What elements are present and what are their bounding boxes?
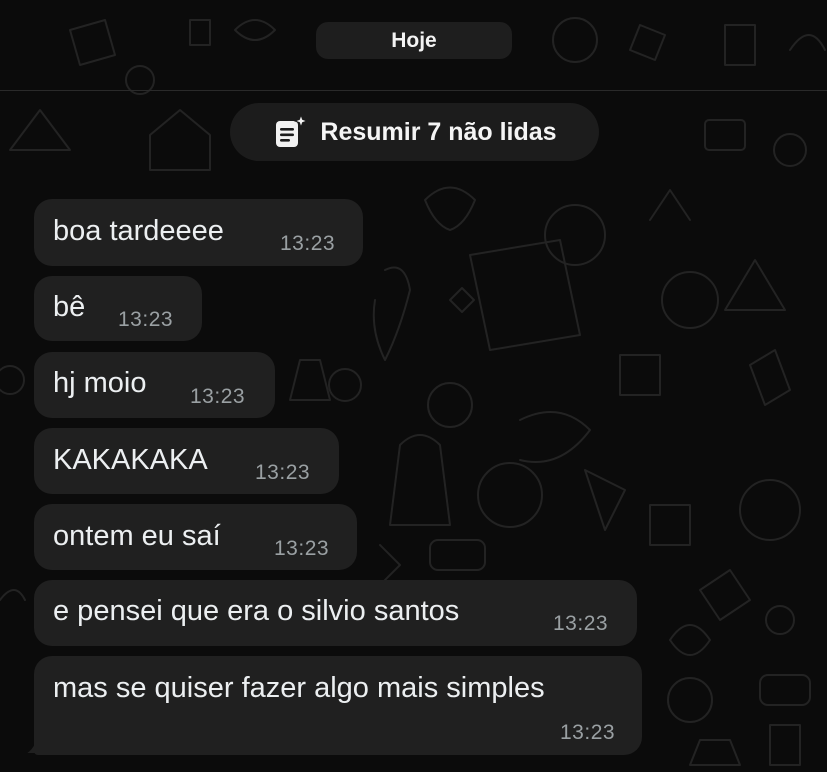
message-timestamp: 13:23 [560, 721, 616, 744]
message-bubble[interactable]: mas se quiser fazer algo mais simples 13… [34, 656, 642, 755]
message-timestamp: 13:23 [190, 385, 246, 408]
message-bubble[interactable]: KAKAKAKA 13:23 [34, 428, 339, 494]
header-divider [0, 90, 827, 91]
message-timestamp: 13:23 [280, 232, 336, 255]
message-text: mas se quiser fazer algo mais simples [53, 672, 545, 704]
message-bubble[interactable]: e pensei que era o silvio santos 13:23 [34, 580, 637, 646]
message-text: bê [53, 291, 86, 323]
summarize-unread-button[interactable]: Resumir 7 não lidas [230, 103, 599, 161]
message-bubble[interactable]: ontem eu saí 13:23 [34, 504, 357, 570]
message-timestamp: 13:23 [274, 537, 330, 560]
message-bubble[interactable]: boa tardeeee 13:23 [34, 199, 363, 266]
message-text: KAKAKAKA [53, 444, 208, 476]
message-timestamp: 13:23 [118, 308, 174, 331]
message-text: e pensei que era o silvio santos [53, 595, 460, 627]
message-text: ontem eu saí [53, 520, 221, 552]
summarize-unread-label: Resumir 7 não lidas [320, 117, 557, 146]
summary-sparkle-note-icon [276, 114, 309, 147]
message-timestamp: 13:23 [553, 612, 609, 635]
message-timestamp: 13:23 [255, 461, 311, 484]
message-text: boa tardeeee [53, 215, 224, 247]
message-bubble[interactable]: bê 13:23 [34, 276, 202, 341]
date-separator: Hoje [316, 22, 512, 59]
date-label: Hoje [391, 28, 437, 52]
message-text: hj moio [53, 367, 147, 399]
message-bubble[interactable]: hj moio 13:23 [34, 352, 275, 418]
bubble-tail [27, 733, 44, 753]
